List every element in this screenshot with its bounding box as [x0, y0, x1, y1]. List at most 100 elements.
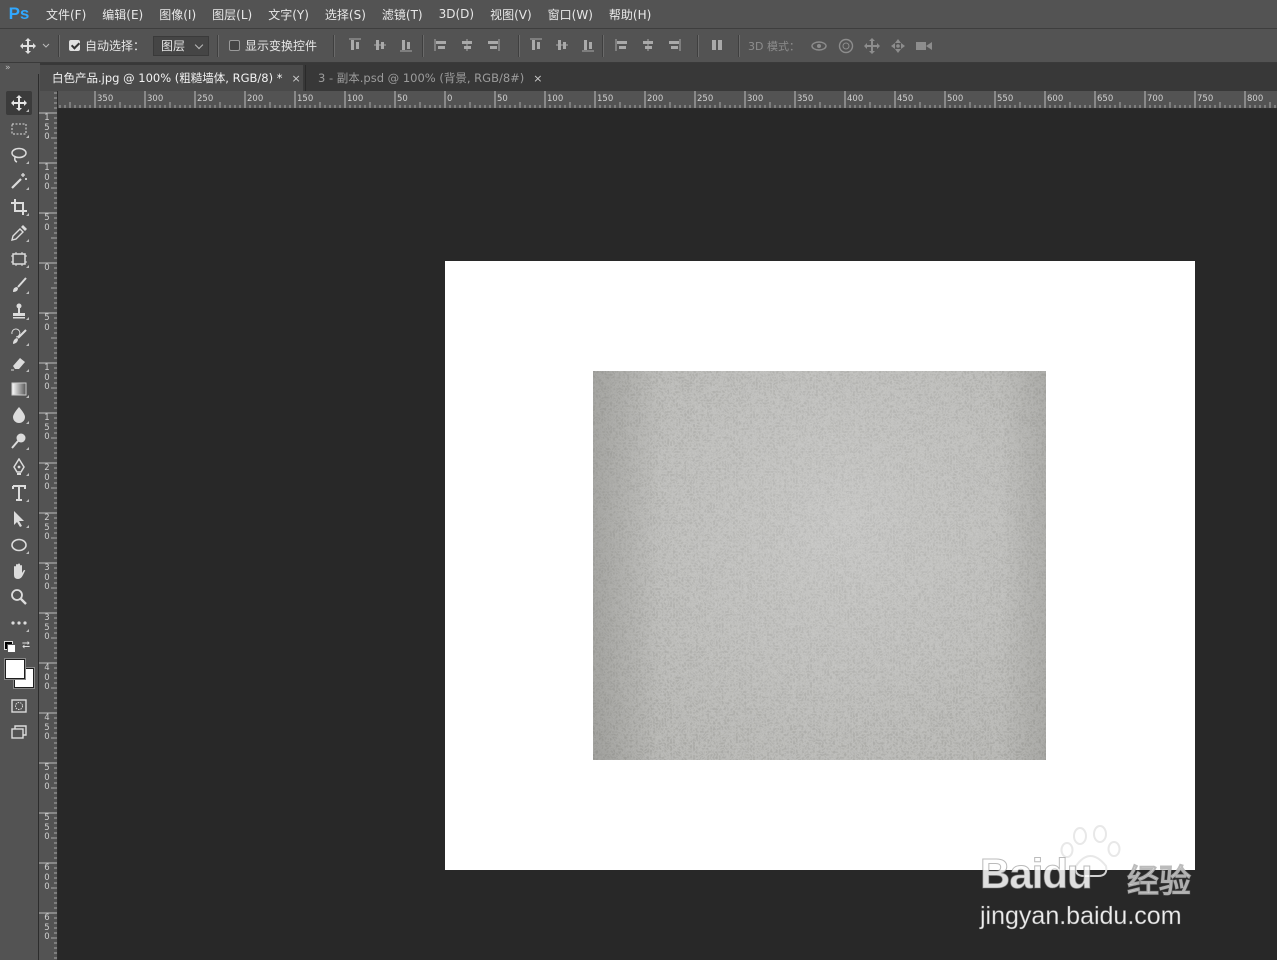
quick-mask-mode[interactable] — [6, 694, 32, 718]
align-bottom-icon[interactable] — [398, 37, 414, 53]
screen-mode[interactable] — [6, 720, 32, 744]
menu-item-10[interactable]: 帮助(H) — [609, 6, 651, 23]
brush-tool[interactable] — [6, 273, 32, 297]
3d-slide-icon[interactable] — [889, 37, 909, 53]
stamp-tool[interactable] — [6, 299, 32, 323]
menu-item-1[interactable]: 编辑(E) — [102, 6, 143, 23]
distribute-right-icon[interactable] — [666, 37, 682, 53]
3d-pan-icon[interactable] — [863, 37, 883, 54]
ruler-label-digit: 0 — [44, 732, 50, 742]
3d-scale-icon[interactable] — [915, 37, 935, 53]
foreground-color-swatch[interactable] — [5, 659, 25, 679]
align-hcenter-icon[interactable] — [459, 37, 475, 53]
menu-item-0[interactable]: 文件(F) — [46, 6, 86, 23]
close-icon[interactable]: × — [533, 72, 542, 85]
ruler-label-digit: 0 — [44, 382, 50, 392]
distribute-vcenter-icon[interactable] — [554, 37, 570, 53]
ruler-label: 450 — [43, 713, 51, 743]
document-tab-2[interactable]: 3 - 副本.psd @ 100% (背景, RGB/8#) × — [305, 65, 543, 91]
gradient-tool[interactable] — [6, 377, 32, 401]
ruler-label-digit: 0 — [44, 932, 50, 942]
document-tab-bar: 白色产品.jpg @ 100% (粗糙墙体, RGB/8) * × 3 - 副本… — [40, 63, 1277, 91]
marquee-tool[interactable] — [6, 117, 32, 141]
ruler-label: 700 — [1147, 94, 1164, 104]
eraser-tool[interactable] — [6, 351, 32, 375]
ruler-label: 50 — [397, 94, 408, 104]
auto-align-icon[interactable] — [709, 37, 725, 53]
ruler-label: 750 — [1197, 94, 1214, 104]
align-vcenter-icon[interactable] — [372, 37, 388, 53]
ruler-label: 200 — [247, 94, 264, 104]
blur-tool[interactable] — [6, 403, 32, 427]
collapse-panel-icon[interactable]: » — [5, 63, 10, 73]
vertical-ruler[interactable]: 1501005005010015020025030035040045050055… — [39, 91, 58, 960]
lasso-tool[interactable] — [6, 143, 32, 167]
align-left-icon[interactable] — [433, 37, 449, 53]
hand-icon — [14, 563, 26, 579]
crop-tool[interactable] — [6, 195, 32, 219]
screen-mode-icon — [11, 725, 27, 739]
rough-wall-texture-layer[interactable] — [593, 371, 1046, 760]
menu-item-8[interactable]: 视图(V) — [490, 6, 532, 23]
show-transform-check-icon — [229, 40, 240, 51]
ruler-label: 150 — [43, 413, 51, 443]
menu-item-5[interactable]: 选择(S) — [325, 6, 366, 23]
chevron-down-icon — [42, 43, 50, 48]
ruler-label: 100 — [547, 94, 564, 104]
distribute-left-icon[interactable] — [614, 37, 630, 53]
frame-tool[interactable] — [6, 247, 32, 271]
ruler-label: 500 — [947, 94, 964, 104]
ruler-label-digit: 0 — [44, 882, 50, 892]
align-top-icon[interactable] — [347, 37, 363, 53]
more-tools[interactable] — [6, 611, 32, 635]
3d-roll-icon[interactable] — [837, 37, 857, 54]
path-selection-tool[interactable] — [6, 507, 32, 531]
ruler-label: 650 — [43, 913, 51, 943]
move-tool[interactable] — [6, 91, 32, 115]
tools-panel: ⮂ — [0, 74, 39, 960]
ruler-label: 50 — [497, 94, 508, 104]
ruler-label: 350 — [43, 613, 51, 643]
ruler-label-digit: 0 — [44, 322, 50, 333]
ellipse-tool[interactable] — [6, 533, 32, 557]
close-icon[interactable]: × — [291, 72, 300, 85]
ruler-label: 450 — [897, 94, 914, 104]
ruler-label: 250 — [43, 513, 51, 543]
menu-item-9[interactable]: 窗口(W) — [548, 6, 593, 23]
move-icon — [20, 37, 36, 54]
auto-select-target-dropdown[interactable]: 图层 — [153, 35, 209, 56]
ruler-label: 100 — [43, 163, 51, 193]
ruler-label: 800 — [1247, 94, 1264, 104]
align-right-icon[interactable] — [485, 37, 501, 53]
ruler-label-digit: 0 — [44, 263, 50, 273]
menu-bar: Ps 文件(F) 编辑(E) 图像(I) 图层(L) 文字(Y) 选择(S) 滤镜(T) 3D… — [0, 0, 1277, 28]
horizontal-ruler[interactable]: 350 300 250 200 150 100 50 0 50 100 150 200 250 300 35… — [58, 91, 1277, 109]
menu-item-7[interactable]: 3D(D) — [439, 7, 474, 21]
menu-item-2[interactable]: 图像(I) — [159, 6, 196, 23]
menu-item-4[interactable]: 文字(Y) — [268, 6, 309, 23]
swap-colors-icon[interactable]: ⮂ — [22, 640, 30, 651]
distribute-bottom-icon[interactable] — [580, 37, 596, 53]
distribute-top-icon[interactable] — [528, 37, 544, 53]
menu-item-6[interactable]: 滤镜(T) — [382, 6, 423, 23]
ruler-label: 150 — [597, 94, 614, 104]
3d-orbit-icon[interactable] — [810, 37, 830, 53]
default-colors-icon[interactable] — [4, 641, 16, 653]
quick-mask-icon — [11, 699, 27, 713]
type-tool[interactable] — [6, 481, 32, 505]
hand-tool[interactable] — [6, 559, 32, 583]
history-brush-tool[interactable] — [6, 325, 32, 349]
zoom-tool[interactable] — [6, 585, 32, 609]
menu-item-3[interactable]: 图层(L) — [212, 6, 252, 23]
ruler-label: 250 — [197, 94, 214, 104]
distribute-hcenter-icon[interactable] — [640, 37, 656, 53]
document-tab-1[interactable]: 白色产品.jpg @ 100% (粗糙墙体, RGB/8) * × — [40, 65, 303, 91]
move-tool-preset-picker[interactable] — [18, 29, 51, 62]
magic-wand-tool[interactable] — [6, 169, 32, 193]
show-transform-controls-checkbox[interactable]: 显示变换控件 — [229, 29, 317, 62]
dodge-tool[interactable] — [6, 429, 32, 453]
eyedropper-tool[interactable] — [6, 221, 32, 245]
pen-tool[interactable] — [6, 455, 32, 479]
auto-select-checkbox[interactable]: 自动选择： — [69, 29, 145, 62]
tab-label: 3 - 副本.psd @ 100% (背景, RGB/8#) — [318, 71, 525, 85]
